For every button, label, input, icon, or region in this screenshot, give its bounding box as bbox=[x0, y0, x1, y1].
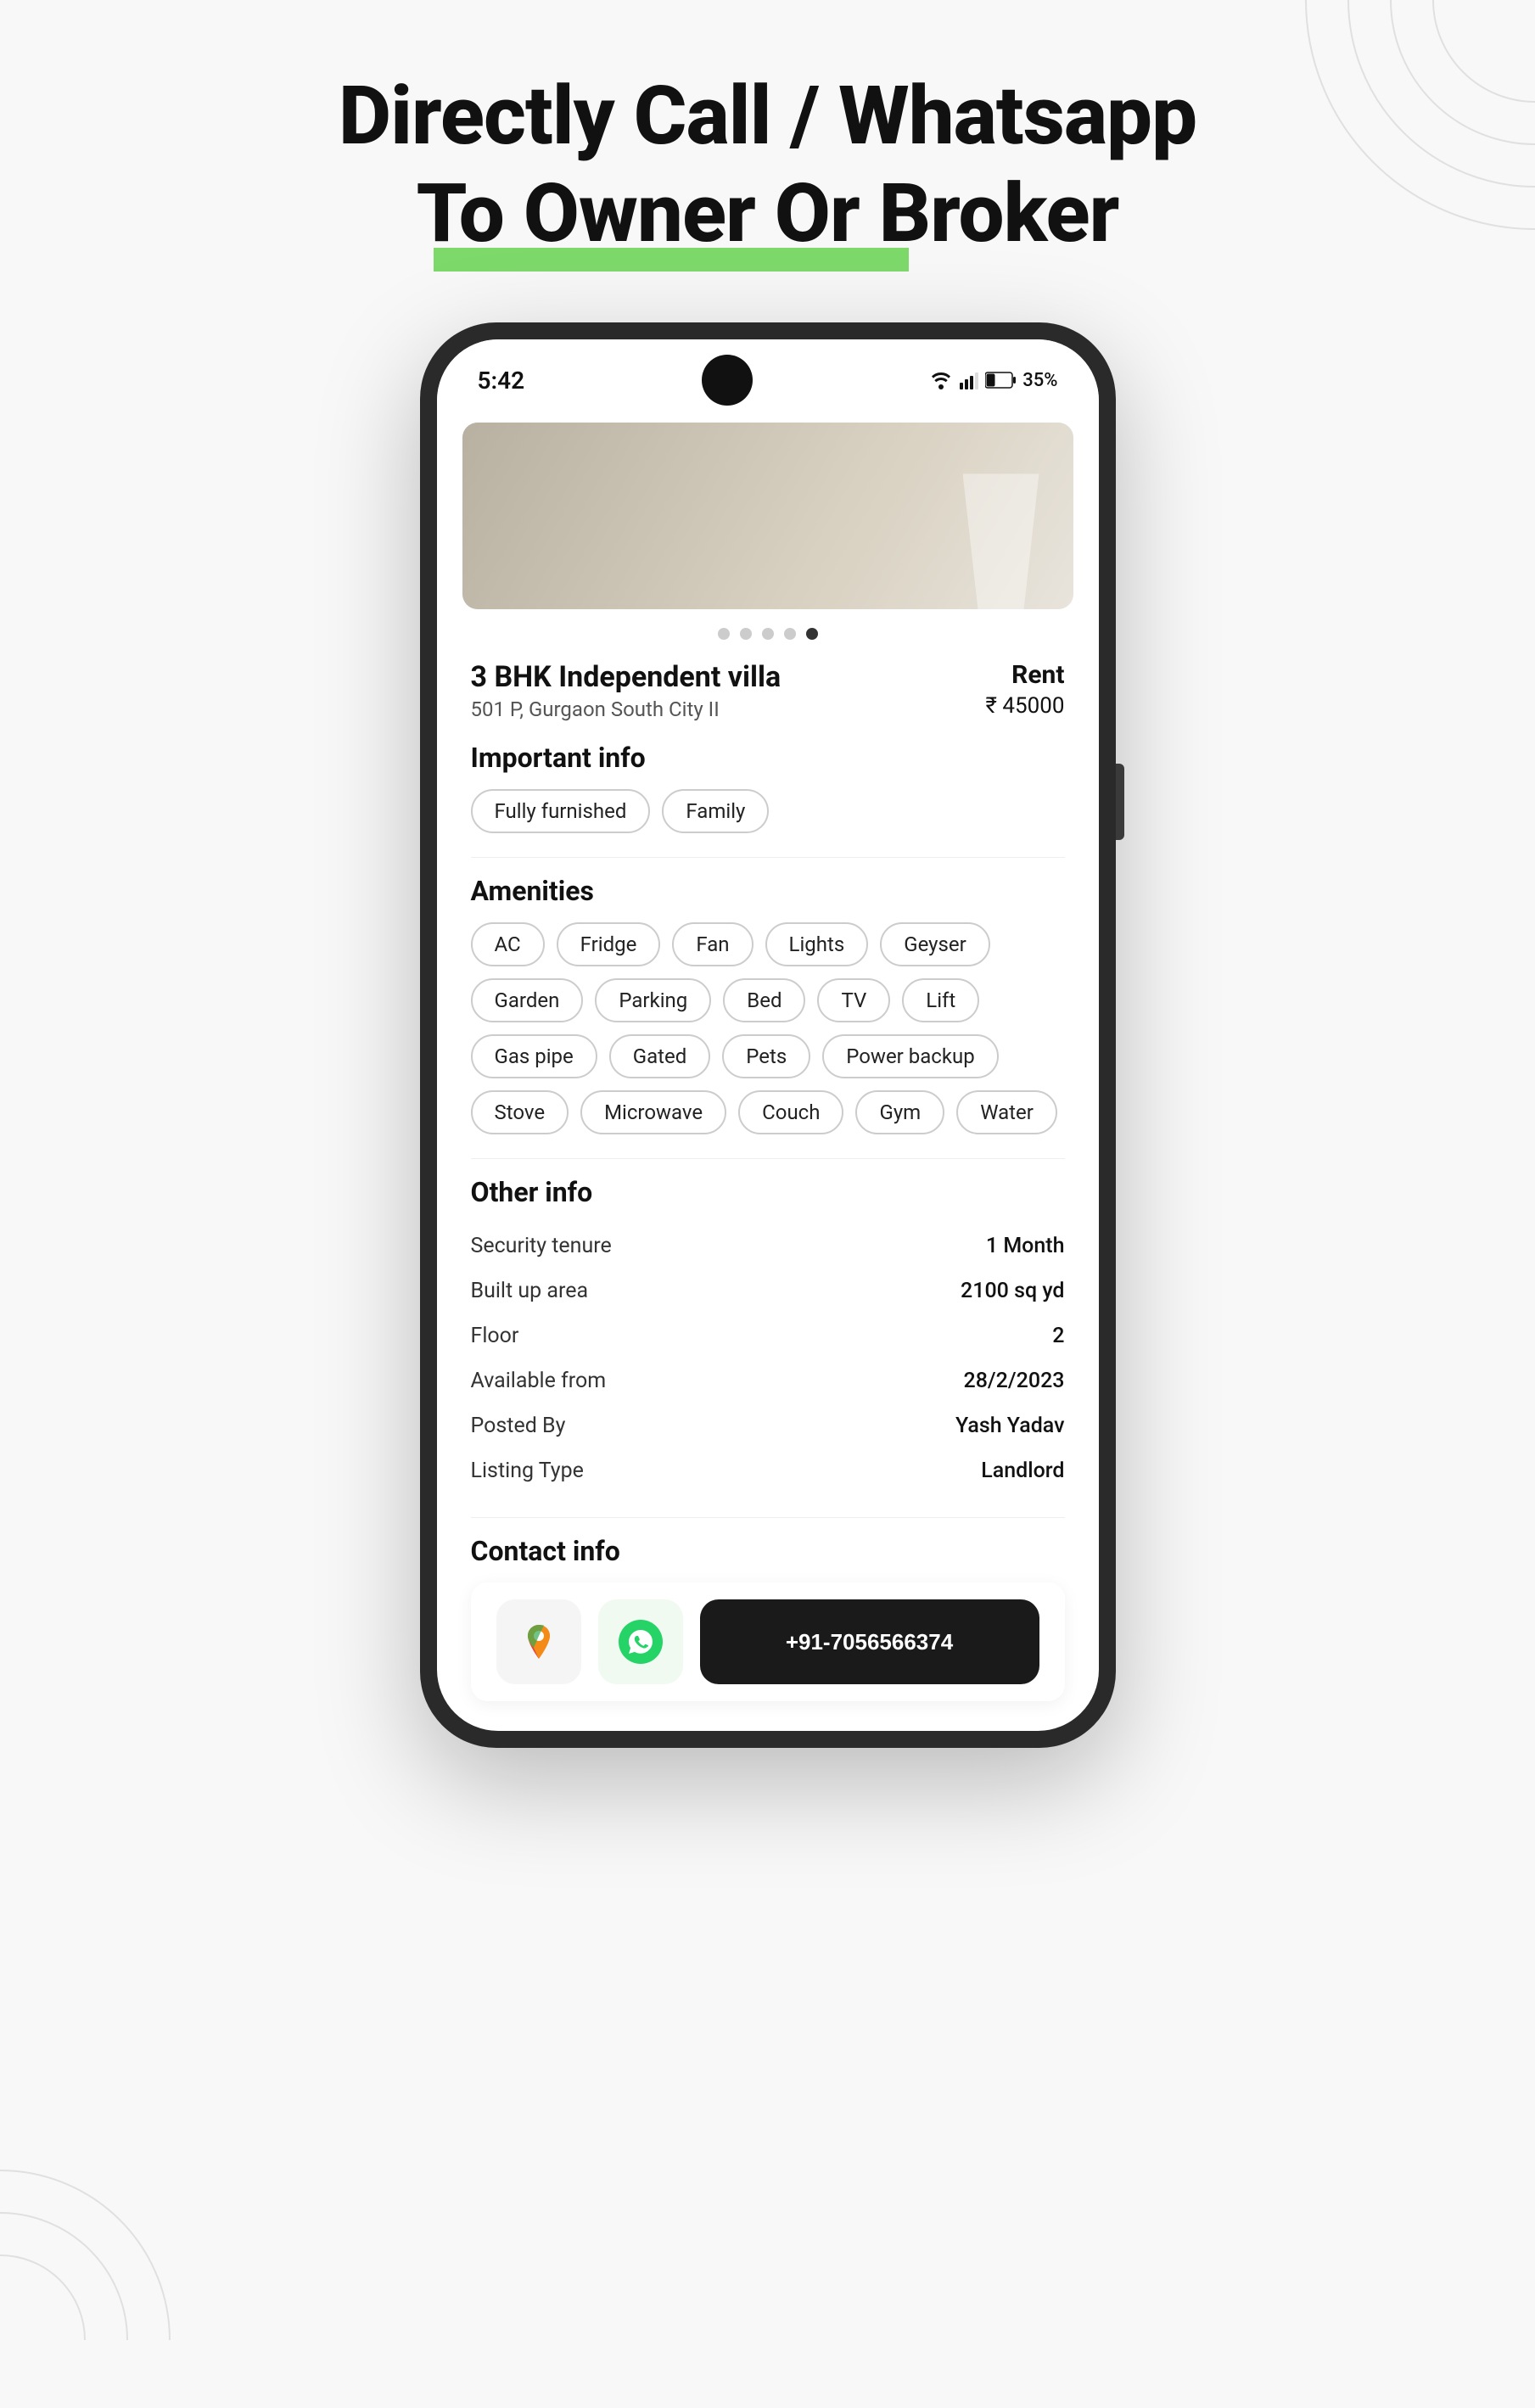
tag-microwave: Microwave bbox=[580, 1090, 726, 1134]
tag-ac: AC bbox=[471, 922, 545, 966]
divider-2 bbox=[471, 1158, 1065, 1159]
tag-garden: Garden bbox=[471, 978, 584, 1022]
important-info-tags: Fully furnished Family bbox=[471, 789, 1065, 833]
info-value-available: 28/2/2023 bbox=[964, 1369, 1065, 1393]
phone-frame: 5:42 bbox=[420, 322, 1116, 1748]
contact-info-title: Contact info bbox=[471, 1535, 1065, 1567]
info-label-available: Available from bbox=[471, 1369, 607, 1393]
whatsapp-button[interactable] bbox=[598, 1599, 683, 1684]
tag-parking: Parking bbox=[595, 978, 711, 1022]
info-label-posted: Posted By bbox=[471, 1414, 566, 1438]
tag-lift: Lift bbox=[902, 978, 979, 1022]
property-address: 501 P, Gurgaon South City II bbox=[471, 697, 782, 721]
dot-1 bbox=[718, 628, 730, 640]
deco-top-right bbox=[1263, 0, 1535, 272]
phone-mockup: 5:42 bbox=[420, 322, 1116, 1748]
dot-5-active bbox=[806, 628, 818, 640]
tag-family: Family bbox=[662, 789, 769, 833]
important-info-section: Important info Fully furnished Family bbox=[471, 742, 1065, 833]
tag-geyser: Geyser bbox=[880, 922, 990, 966]
phone-screen: 5:42 bbox=[437, 339, 1099, 1731]
maps-button[interactable] bbox=[496, 1599, 581, 1684]
other-info-section: Other info Security tenure 1 Month Built… bbox=[471, 1176, 1065, 1493]
tag-lights: Lights bbox=[765, 922, 869, 966]
battery-pct: 35% bbox=[1022, 370, 1057, 391]
property-price-block: Rent ₹ 45000 bbox=[986, 660, 1065, 719]
property-image bbox=[462, 423, 1073, 609]
info-label-area: Built up area bbox=[471, 1279, 589, 1303]
property-price: ₹ 45000 bbox=[986, 693, 1065, 719]
headline: Directly Call / Whatsapp To Owner Or Bro… bbox=[339, 68, 1196, 272]
tag-fan: Fan bbox=[672, 922, 753, 966]
image-dots bbox=[437, 618, 1099, 647]
battery-icon bbox=[985, 372, 1016, 389]
tag-fridge: Fridge bbox=[557, 922, 661, 966]
call-button[interactable]: +91-7056566374 bbox=[700, 1599, 1039, 1684]
info-row-area: Built up area 2100 sq yd bbox=[471, 1268, 1065, 1313]
status-bar: 5:42 bbox=[437, 339, 1099, 414]
amenities-tags: AC Fridge Fan Lights Geyser Garden Parki… bbox=[471, 922, 1065, 1134]
tag-gas-pipe: Gas pipe bbox=[471, 1034, 597, 1078]
status-icons: 35% bbox=[929, 370, 1057, 391]
tag-tv: TV bbox=[817, 978, 890, 1022]
signal-icon bbox=[960, 371, 978, 389]
amenities-section: Amenities AC Fridge Fan Lights Geyser Ga… bbox=[471, 875, 1065, 1134]
tag-gym: Gym bbox=[855, 1090, 944, 1134]
tag-stove: Stove bbox=[471, 1090, 569, 1134]
tag-fully-furnished: Fully furnished bbox=[471, 789, 651, 833]
tag-bed: Bed bbox=[723, 978, 805, 1022]
tag-couch: Couch bbox=[738, 1090, 843, 1134]
amenities-title: Amenities bbox=[471, 875, 1065, 907]
rent-label: Rent bbox=[986, 660, 1065, 690]
info-label-floor: Floor bbox=[471, 1324, 519, 1348]
tag-pets: Pets bbox=[722, 1034, 810, 1078]
dot-3 bbox=[762, 628, 774, 640]
maps-icon bbox=[517, 1620, 561, 1664]
info-value-posted: Yash Yadav bbox=[955, 1414, 1065, 1438]
tag-water: Water bbox=[956, 1090, 1057, 1134]
tag-gated: Gated bbox=[609, 1034, 711, 1078]
info-row-available: Available from 28/2/2023 bbox=[471, 1358, 1065, 1403]
important-info-title: Important info bbox=[471, 742, 1065, 774]
headline-line2: To Owner Or Broker bbox=[417, 165, 1119, 263]
contact-actions: +91-7056566374 bbox=[471, 1582, 1065, 1701]
whatsapp-svg bbox=[626, 1627, 655, 1656]
other-info-title: Other info bbox=[471, 1176, 1065, 1208]
tag-power-backup: Power backup bbox=[822, 1034, 999, 1078]
divider-1 bbox=[471, 857, 1065, 858]
content-area[interactable]: 3 BHK Independent villa 501 P, Gurgaon S… bbox=[437, 647, 1099, 1731]
divider-3 bbox=[471, 1517, 1065, 1518]
info-row-listing: Listing Type Landlord bbox=[471, 1448, 1065, 1493]
info-row-security: Security tenure 1 Month bbox=[471, 1224, 1065, 1268]
property-title-block: 3 BHK Independent villa 501 P, Gurgaon S… bbox=[471, 660, 782, 721]
dot-4 bbox=[784, 628, 796, 640]
info-value-listing: Landlord bbox=[981, 1459, 1064, 1483]
contact-info-section: Contact info bbox=[471, 1535, 1065, 1701]
info-value-area: 2100 sq yd bbox=[961, 1279, 1064, 1303]
info-value-security: 1 Month bbox=[986, 1234, 1065, 1258]
status-time: 5:42 bbox=[478, 367, 525, 395]
property-header: 3 BHK Independent villa 501 P, Gurgaon S… bbox=[471, 660, 1065, 721]
wifi-icon bbox=[929, 371, 953, 389]
whatsapp-icon bbox=[619, 1620, 663, 1664]
property-title: 3 BHK Independent villa bbox=[471, 660, 782, 694]
headline-line1: Directly Call / Whatsapp bbox=[339, 68, 1196, 165]
info-label-listing: Listing Type bbox=[471, 1459, 584, 1483]
info-value-floor: 2 bbox=[1052, 1324, 1064, 1348]
info-row-posted: Posted By Yash Yadav bbox=[471, 1403, 1065, 1448]
info-row-floor: Floor 2 bbox=[471, 1313, 1065, 1358]
dot-2 bbox=[740, 628, 752, 640]
info-label-security: Security tenure bbox=[471, 1234, 612, 1258]
deco-bottom-left bbox=[0, 2103, 238, 2340]
camera-notch bbox=[702, 355, 753, 406]
